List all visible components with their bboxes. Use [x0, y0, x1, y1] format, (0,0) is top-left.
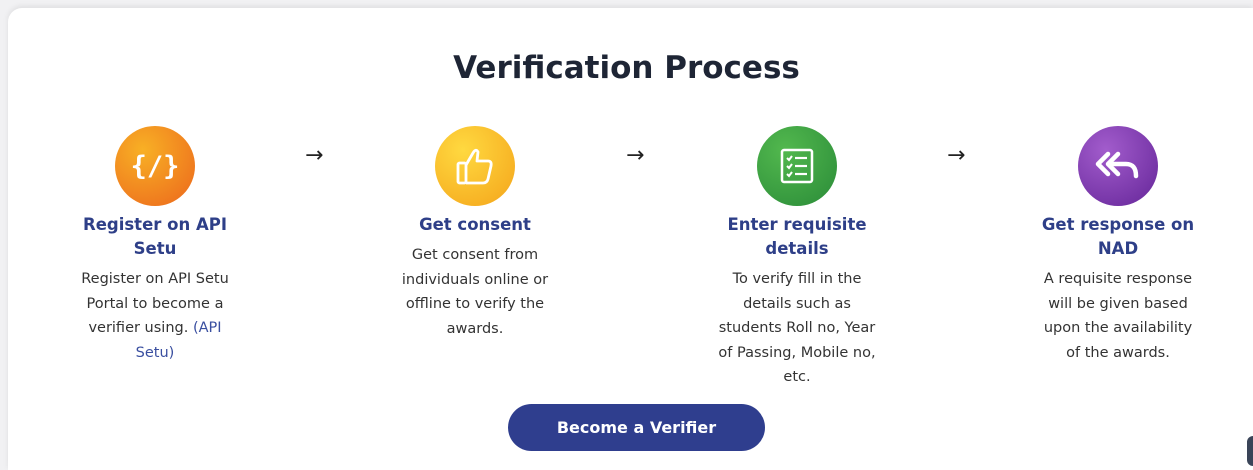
- step-title: Register on API Setu: [83, 215, 227, 258]
- arrow-icon: →: [947, 143, 966, 168]
- step-enter-details: Enter requisite details To verify fill i…: [697, 126, 897, 390]
- scroll-handle[interactable]: [1247, 436, 1253, 466]
- step-description: A requisite response will be given based…: [1043, 271, 1193, 361]
- code-icon: {/}: [115, 126, 195, 206]
- thumbs-up-icon: [435, 126, 515, 206]
- checklist-icon: [757, 126, 837, 206]
- become-verifier-button[interactable]: Become a Verifier: [508, 404, 765, 451]
- reply-all-icon: [1078, 126, 1158, 206]
- page-title: Verification Process: [453, 50, 800, 86]
- arrow-icon: →: [305, 143, 324, 168]
- step-get-response: Get response on NAD A requisite response…: [1018, 126, 1218, 365]
- step-title: Enter requisite details: [727, 215, 867, 258]
- step-title: Get response on NAD: [1041, 215, 1195, 258]
- step-get-consent: Get consent Get consent from individuals…: [375, 126, 575, 341]
- arrow-icon: →: [626, 143, 645, 168]
- svg-text:{/}: {/}: [131, 151, 180, 182]
- step-register-api-setu: {/} Register on API Setu Register on API…: [55, 126, 255, 365]
- step-description: Register on API Setu Portal to become a …: [55, 267, 255, 365]
- step-description: Get consent from individuals online or o…: [401, 247, 549, 337]
- step-title: Get consent: [419, 215, 531, 234]
- step-description: To verify fill in the details such as st…: [718, 271, 876, 385]
